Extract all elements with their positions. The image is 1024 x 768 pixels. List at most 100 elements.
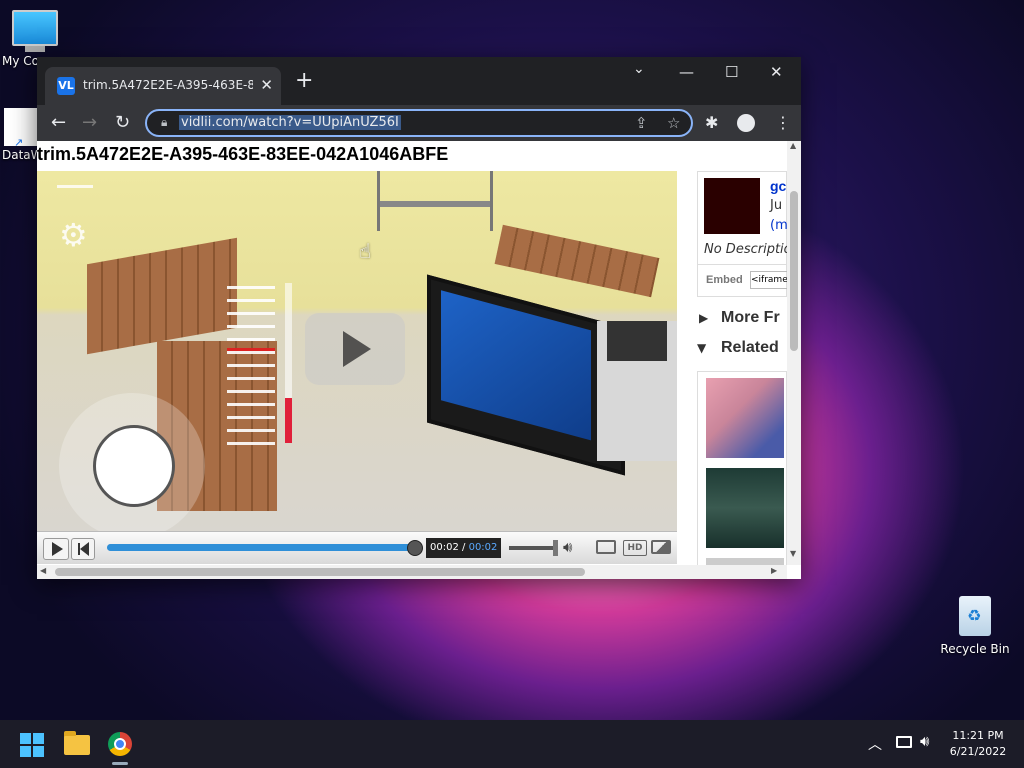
- volume-icon[interactable]: 🔊︎: [920, 732, 929, 750]
- embed-label: Embed: [706, 274, 743, 286]
- volume-slider[interactable]: [509, 540, 558, 556]
- player-controls: 00:02 / 00:02 🔊︎ HD: [37, 531, 677, 564]
- skip-icon[interactable]: [71, 538, 95, 560]
- channel-link[interactable]: (m: [770, 218, 788, 233]
- browser-tab[interactable]: VL trim.5A472E2E-A395-463E-83EE-042A1046…: [45, 67, 281, 105]
- embed-divider: [698, 264, 788, 265]
- embed-code-input[interactable]: <iframe: [750, 271, 790, 289]
- vidlii-favicon-icon: VL: [57, 77, 75, 95]
- tab-strip: VL trim.5A472E2E-A395-463E-83EE-042A1046…: [37, 57, 801, 105]
- big-play-button[interactable]: [305, 313, 405, 385]
- clock-time: 11:21 PM: [952, 729, 1004, 742]
- hd-button[interactable]: HD: [623, 540, 647, 556]
- related-video-thumbnail[interactable]: [706, 378, 784, 458]
- more-from-label: More Fr: [721, 309, 780, 326]
- scroll-right-icon[interactable]: ▶: [771, 566, 777, 575]
- hud-menu-icon[interactable]: [57, 171, 93, 188]
- channel-date: Ju: [770, 198, 783, 213]
- video-player-frame[interactable]: ⚙ ☝: [37, 171, 677, 531]
- browser-toolbar: ← → ↻ 🔒︎ vidlii.com/watch?v=UUpiAnUZ56I …: [37, 105, 801, 141]
- recycle-bin-icon: ♻: [959, 596, 991, 636]
- related-section-toggle[interactable]: ▼ Related: [697, 339, 787, 363]
- time-current: 00:02: [430, 542, 459, 553]
- active-app-indicator: [112, 762, 128, 765]
- theater-mode-icon[interactable]: [596, 540, 616, 554]
- reload-icon[interactable]: ↻: [115, 112, 130, 133]
- forward-icon[interactable]: →: [82, 112, 97, 133]
- scroll-left-icon[interactable]: ◀: [40, 566, 46, 575]
- back-icon[interactable]: ←: [51, 112, 66, 133]
- channel-avatar[interactable]: [704, 178, 760, 234]
- horizontal-scrollbar[interactable]: ◀ ▶: [37, 565, 787, 579]
- scene-planks: [494, 224, 660, 298]
- clock-date: 6/21/2022: [949, 745, 1007, 758]
- start-windows-icon[interactable]: [20, 733, 44, 757]
- hud-level-bar: [285, 283, 292, 443]
- settings-gear-icon[interactable]: ⚙: [59, 216, 88, 254]
- monitor-stand: [25, 46, 45, 52]
- play-icon[interactable]: [43, 538, 69, 560]
- minimize-icon[interactable]: —: [679, 63, 694, 81]
- scroll-down-icon[interactable]: ▼: [790, 549, 796, 558]
- progress-track[interactable]: [107, 540, 423, 556]
- close-window-icon[interactable]: ✕: [770, 63, 783, 81]
- address-url[interactable]: vidlii.com/watch?v=UUpiAnUZ56I: [179, 115, 401, 130]
- channel-name[interactable]: gc: [770, 178, 786, 194]
- desktop-icon-datawrapper[interactable]: ↗ DataW: [0, 108, 43, 162]
- more-from-section-toggle[interactable]: ▶ More Fr: [697, 309, 787, 333]
- scene-crate: [87, 237, 237, 355]
- related-list: [697, 371, 787, 573]
- lock-icon: 🔒︎: [161, 115, 168, 129]
- clock[interactable]: 11:21 PM 6/21/2022: [946, 728, 1010, 760]
- chrome-icon[interactable]: [108, 732, 132, 756]
- channel-box: gc Ju (m No Descriptio Embed <iframe: [697, 171, 792, 297]
- shortcut-arrow-icon: ↗: [14, 136, 24, 149]
- collapse-arrow-icon: ▼: [697, 341, 707, 355]
- progress-thumb[interactable]: [406, 540, 423, 556]
- desktop-icon-label: Recycle Bin: [940, 642, 1010, 656]
- desktop-icon-recycle-bin[interactable]: ♻ Recycle Bin: [940, 596, 1010, 656]
- progress-fill: [107, 544, 414, 551]
- taskbar: ︿ 🔊︎ 11:21 PM 6/21/2022: [0, 720, 1024, 768]
- maximize-icon[interactable]: ☐: [725, 63, 738, 81]
- file-shortcut-icon: ↗: [4, 108, 38, 149]
- video-sidebar: gc Ju (m No Descriptio Embed <iframe ▶ M…: [697, 171, 792, 573]
- share-icon[interactable]: ⇪: [635, 114, 648, 132]
- virtual-joystick[interactable]: [59, 393, 205, 531]
- file-explorer-icon[interactable]: [64, 731, 90, 755]
- time-separator: /: [462, 542, 466, 553]
- vertical-scrollbar[interactable]: ▲ ▼: [787, 141, 801, 565]
- new-tab-icon[interactable]: +: [295, 70, 313, 92]
- time-display: 00:02 / 00:02: [426, 538, 502, 558]
- scroll-thumb-horizontal[interactable]: [55, 568, 585, 576]
- video-description: No Descriptio: [704, 242, 792, 257]
- recycle-symbol-icon: ♻: [967, 606, 982, 625]
- extensions-icon[interactable]: ✱: [705, 113, 718, 132]
- tab-close-icon[interactable]: ✕: [260, 76, 273, 94]
- show-hidden-icons-chevron-icon[interactable]: ︿: [868, 734, 882, 754]
- time-total: 00:02: [468, 542, 498, 553]
- scroll-up-icon[interactable]: ▲: [790, 141, 796, 150]
- mouse-cursor-icon: ☝: [359, 239, 372, 263]
- related-video-thumbnail[interactable]: [706, 468, 784, 548]
- monitor-icon: [12, 10, 58, 46]
- joystick-knob: [93, 425, 175, 507]
- bookmark-star-icon[interactable]: ☆: [667, 114, 680, 132]
- hud-height-gauge: [227, 286, 275, 446]
- fullscreen-icon[interactable]: [651, 540, 671, 554]
- video-title: trim.5A472E2E-A395-463E-83EE-042A1046ABF…: [37, 144, 449, 164]
- related-label: Related: [721, 339, 779, 356]
- scene-printer: [597, 321, 677, 461]
- address-bar[interactable]: 🔒︎ vidlii.com/watch?v=UUpiAnUZ56I ⇪ ☆: [145, 109, 693, 137]
- profile-icon[interactable]: [737, 114, 755, 132]
- tab-search-icon[interactable]: ⌄: [633, 61, 645, 77]
- speaker-icon[interactable]: 🔊︎: [563, 538, 572, 556]
- web-page: trim.5A472E2E-A395-463E-83EE-042A1046ABF…: [37, 141, 801, 579]
- scene-shelf: [377, 171, 493, 231]
- scene-monitor: [427, 274, 625, 476]
- play-triangle-icon: [343, 331, 371, 367]
- scroll-thumb[interactable]: [790, 191, 798, 351]
- network-icon[interactable]: [896, 736, 912, 748]
- tab-title: trim.5A472E2E-A395-463E-83EE-042A1046ABF…: [83, 78, 253, 92]
- menu-kebab-icon[interactable]: ⋮: [775, 113, 791, 132]
